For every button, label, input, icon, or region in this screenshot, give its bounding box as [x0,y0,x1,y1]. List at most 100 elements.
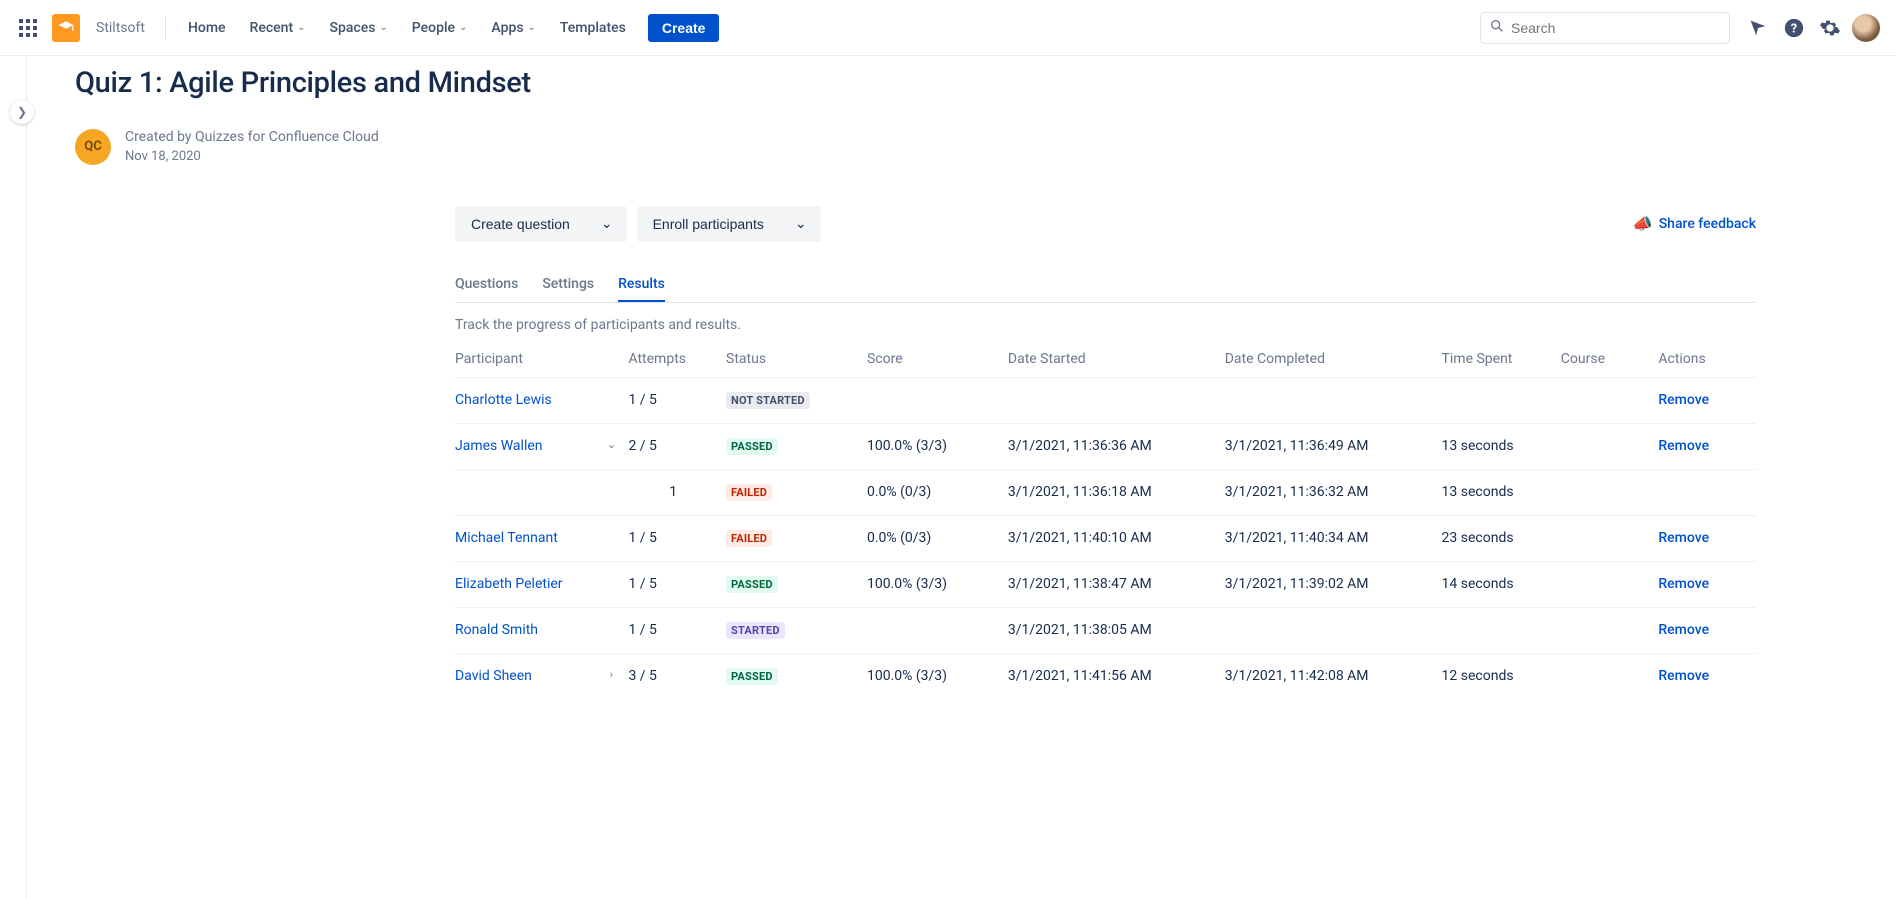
status-badge: STARTED [726,622,785,639]
chevron-down-icon: ⌄ [528,22,536,33]
dc-cell [1225,377,1442,423]
tabs: Questions Settings Results [455,276,1756,303]
participant-link[interactable]: James Wallen [455,438,543,454]
score-cell: 0.0% (0/3) [867,469,1008,515]
enroll-dropdown[interactable]: ⌄ [780,206,821,242]
remove-button[interactable]: Remove [1658,622,1709,638]
chevron-right-icon[interactable]: › [602,668,620,681]
tab-settings[interactable]: Settings [542,276,594,302]
th-date-started: Date Started [1008,341,1225,378]
ts-cell: 12 seconds [1442,653,1561,699]
ds-cell: 3/1/2021, 11:40:10 AM [1008,515,1225,561]
attempts-cell: 1 / 5 [628,607,726,653]
dc-cell: 3/1/2021, 11:39:02 AM [1225,561,1442,607]
megaphone-icon: 📣 [1633,214,1653,233]
course-cell [1561,469,1659,515]
notifications-icon[interactable] [1742,12,1774,44]
share-feedback-link[interactable]: 📣 Share feedback [1633,214,1756,233]
score-cell: 0.0% (0/3) [867,515,1008,561]
chevron-down-icon: ⌄ [601,215,613,231]
dc-cell: 3/1/2021, 11:40:34 AM [1225,515,1442,561]
nav-link-spaces[interactable]: Spaces⌄ [320,14,398,42]
expand-sidebar-button[interactable]: ❯ [10,100,34,124]
chevron-down-icon: ⌄ [297,22,305,33]
nav-link-people[interactable]: People⌄ [402,14,478,42]
chevron-down-icon: ⌄ [795,215,807,231]
participant-link[interactable]: David Sheen [455,668,532,684]
status-badge: PASSED [726,576,778,593]
enroll-group: Enroll participants ⌄ [637,206,821,242]
remove-button[interactable]: Remove [1658,438,1709,454]
participant-link[interactable]: Charlotte Lewis [455,392,552,408]
table-row: Elizabeth Peletier 1 / 5PASSED 100.0% (3/3… [455,561,1756,607]
remove-button[interactable]: Remove [1658,668,1709,684]
chevron-down-icon[interactable]: ⌄ [602,438,620,451]
ds-cell: 3/1/2021, 11:38:05 AM [1008,607,1225,653]
create-question-dropdown[interactable]: ⌄ [586,206,627,242]
create-question-button[interactable]: Create question [455,206,586,242]
share-feedback-label: Share feedback [1659,216,1756,232]
enroll-participants-button[interactable]: Enroll participants [637,206,780,242]
nav-link-home[interactable]: Home [178,14,236,42]
created-date: Nov 18, 2020 [125,148,379,166]
tab-results[interactable]: Results [618,276,665,302]
dc-cell [1225,607,1442,653]
dc-cell: 3/1/2021, 11:36:32 AM [1225,469,1442,515]
course-cell [1561,377,1659,423]
table-row: David Sheen›3 / 5PASSED100.0% (3/3)3/1/2… [455,653,1756,699]
search-box[interactable] [1480,12,1730,44]
create-button[interactable]: Create [648,14,720,42]
score-cell: 100.0% (3/3) [867,653,1008,699]
attempts-cell: 1 / 5 [628,561,726,607]
participant-link[interactable]: Ronald Smith [455,622,538,638]
status-badge: PASSED [726,668,778,685]
score-cell: 100.0% (3/3) [867,561,1008,607]
remove-button[interactable]: Remove [1658,576,1709,592]
settings-icon[interactable] [1814,12,1846,44]
ds-cell [1008,377,1225,423]
course-cell [1561,561,1659,607]
course-cell [1561,423,1659,469]
course-cell [1561,515,1659,561]
app-switcher-icon[interactable] [12,12,44,44]
th-course: Course [1561,341,1659,378]
table-row: Charlotte Lewis 1 / 5NOT STARTED Remove [455,377,1756,423]
search-icon [1489,18,1505,38]
table-row: Ronald Smith 1 / 5STARTED 3/1/2021, 11:38:… [455,607,1756,653]
ts-cell: 23 seconds [1442,515,1561,561]
th-attempts: Attempts [628,341,726,378]
search-input[interactable] [1511,20,1721,36]
nav-link-apps[interactable]: Apps⌄ [481,14,546,42]
create-question-group: Create question ⌄ [455,206,627,242]
nav-link-recent[interactable]: Recent⌄ [240,14,316,42]
th-score: Score [867,341,1008,378]
nav-links: HomeRecent⌄Spaces⌄People⌄Apps⌄Templates [178,14,636,42]
ts-cell: 14 seconds [1442,561,1561,607]
app-logo[interactable] [52,14,80,42]
dc-cell: 3/1/2021, 11:36:49 AM [1225,423,1442,469]
participant-link[interactable]: Michael Tennant [455,530,558,546]
table-header-row: Participant Attempts Status Score Date S… [455,341,1756,378]
status-badge: NOT STARTED [726,392,810,409]
help-icon[interactable]: ? [1778,12,1810,44]
attempts-cell: 1 / 5 [628,377,726,423]
ts-cell: 13 seconds [1442,469,1561,515]
score-cell [867,607,1008,653]
chevron-down-icon: ⌄ [459,22,467,33]
th-date-completed: Date Completed [1225,341,1442,378]
attempts-cell: 3 / 5 [628,653,726,699]
participant-link[interactable]: Elizabeth Peletier [455,576,563,592]
tab-questions[interactable]: Questions [455,276,518,302]
ds-cell: 3/1/2021, 11:38:47 AM [1008,561,1225,607]
remove-button[interactable]: Remove [1658,392,1709,408]
profile-avatar[interactable] [1850,12,1882,44]
nav-link-templates[interactable]: Templates [550,14,636,42]
page-content: Quiz 1: Agile Principles and Mindset QC … [75,56,1856,699]
ds-cell: 3/1/2021, 11:36:36 AM [1008,423,1225,469]
space-name[interactable]: Stiltsoft [96,20,145,36]
ts-cell [1442,607,1561,653]
chevron-down-icon: ⌄ [379,22,387,33]
ts-cell [1442,377,1561,423]
author-avatar[interactable]: QC [75,129,111,165]
remove-button[interactable]: Remove [1658,530,1709,546]
